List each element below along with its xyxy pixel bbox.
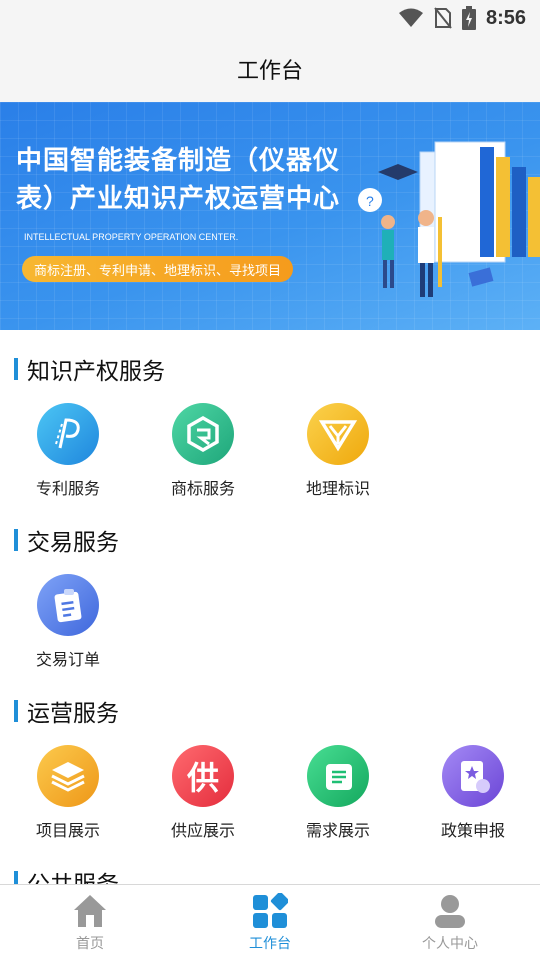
section-title-public-services: 公共服务 (14, 867, 119, 884)
section-title-trade-services: 交易服务 (14, 525, 119, 556)
wifi-icon (398, 8, 423, 27)
workbench-icon (253, 893, 288, 928)
item-label: 政策申报 (440, 821, 505, 840)
item-label: 商标服务 (170, 479, 235, 498)
section-title-ip-services: 知识产权服务 (14, 354, 165, 385)
tab-home[interactable]: 首页 (0, 885, 180, 960)
tab-workbench[interactable]: 工作台 (180, 885, 360, 960)
tab-label: 首页 (76, 936, 104, 952)
status-time: 8:56 (485, 6, 526, 29)
banner-illustration: ? (358, 141, 540, 297)
bottom-tab-bar: 首页 工作台 个人中心 (0, 884, 540, 960)
item-label: 交易订单 (35, 650, 100, 669)
section-title-text: 知识产权服务 (27, 359, 165, 385)
geo-mark-icon (307, 403, 369, 465)
svg-text:?: ? (366, 193, 374, 209)
page-title: 工作台 (236, 59, 303, 84)
banner-subtitle: INTELLECTUAL PROPERTY OPERATION CENTER. (24, 232, 239, 242)
battery-charging-icon (461, 6, 476, 30)
item-geo-mark[interactable]: 地理标识 (278, 403, 398, 503)
patent-icon (37, 403, 99, 465)
item-trademark-service[interactable]: 商标服务 (143, 403, 263, 503)
person-icon (435, 895, 465, 928)
item-trade-order[interactable]: 交易订单 (8, 574, 128, 674)
status-bar: 8:56 (0, 0, 540, 36)
banner[interactable]: 中国智能装备制造（仪器仪表）产业知识产权运营中心 INTELLECTUAL PR… (0, 102, 540, 330)
section-bar (14, 871, 18, 884)
section-title-operation-services: 运营服务 (14, 696, 119, 727)
item-demand-display[interactable]: 需求展示 (278, 745, 398, 845)
item-label: 需求展示 (305, 821, 370, 840)
tab-personal-center[interactable]: 个人中心 (360, 885, 540, 960)
item-project-display[interactable]: 项目展示 (8, 745, 128, 845)
banner-headline: 中国智能装备制造（仪器仪表）产业知识产权运营中心 (16, 146, 341, 214)
section-bar (14, 358, 18, 380)
section-title-text: 公共服务 (27, 865, 119, 884)
tab-label: 个人中心 (422, 936, 478, 952)
item-label: 专利服务 (35, 479, 100, 498)
supply-glyph: 供 (186, 759, 219, 797)
supply-icon: 供 (172, 745, 234, 807)
title-bar: 工作台 (0, 36, 540, 102)
order-icon (37, 574, 99, 636)
section-bar (14, 700, 18, 722)
item-policy-declaration[interactable]: 政策申报 (413, 745, 533, 845)
item-supply-display[interactable]: 供 供应展示 (143, 745, 263, 845)
banner-tags: 商标注册、专利申请、地理标识、寻找项目 (22, 256, 294, 282)
item-label: 供应展示 (170, 821, 235, 840)
home-icon (74, 895, 106, 927)
policy-icon (442, 745, 504, 807)
section-title-text: 交易服务 (27, 530, 119, 556)
item-patent-service[interactable]: 专利服务 (8, 403, 128, 503)
project-icon (37, 745, 99, 807)
trademark-icon (172, 403, 234, 465)
item-label: 地理标识 (305, 479, 370, 498)
no-sim-icon (434, 7, 452, 29)
item-label: 项目展示 (35, 821, 100, 840)
demand-icon (307, 745, 369, 807)
section-bar (14, 529, 18, 551)
tab-label: 工作台 (249, 936, 291, 952)
section-title-text: 运营服务 (27, 701, 119, 727)
service-list[interactable]: 知识产权服务 专利服务 商标服务 地理标识 交易服务 交易订单 运营服务 项目展… (0, 330, 540, 884)
